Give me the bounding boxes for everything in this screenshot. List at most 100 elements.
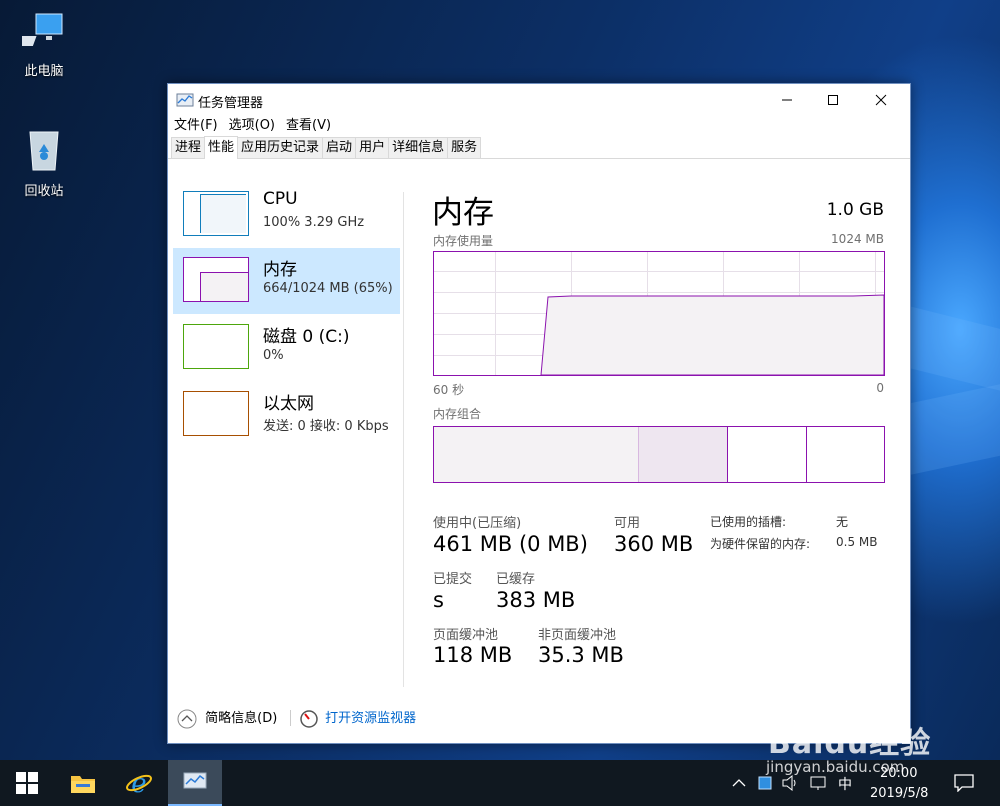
- clock-time[interactable]: 20:00: [880, 766, 917, 781]
- resource-detail: 发送: 0 接收: 0 Kbps: [263, 419, 389, 434]
- window-title: 任务管理器: [198, 96, 264, 111]
- resource-item-ethernet[interactable]: 以太网 发送: 0 接收: 0 Kbps: [173, 382, 400, 448]
- paged-pool-value: 118 MB: [433, 643, 513, 667]
- speaker-icon: [782, 775, 796, 791]
- footer: 简略信息(D) 打开资源监视器: [168, 706, 910, 732]
- desktop-icon-label: 回收站: [24, 184, 64, 199]
- committed-label: 已提交: [433, 572, 473, 587]
- slots-value: 无: [836, 515, 849, 529]
- resource-item-memory[interactable]: 内存 664/1024 MB (65%): [173, 248, 400, 314]
- tray-display[interactable]: [806, 760, 830, 806]
- cpu-thumbnail: [183, 191, 249, 236]
- resource-detail: 664/1024 MB (65%): [263, 281, 393, 296]
- resource-name: 磁盘 0 (C:): [263, 327, 350, 347]
- title-bar[interactable]: 任务管理器: [168, 84, 910, 116]
- computer-icon: [12, 13, 63, 46]
- taskbar-internet-explorer[interactable]: e: [115, 760, 163, 806]
- desktop-icon-recycle-bin[interactable]: 回收站: [4, 126, 84, 199]
- taskbar: e 中 20:00 2019/5/8: [0, 760, 1000, 806]
- menu-options[interactable]: 选项(O): [229, 116, 275, 136]
- desktop-icon-label: 此电脑: [24, 64, 64, 79]
- task-manager-app-icon: [176, 93, 194, 107]
- tab-startup[interactable]: 启动: [322, 137, 357, 158]
- monitor-icon: [810, 776, 826, 790]
- tab-processes[interactable]: 进程: [171, 137, 206, 158]
- menu-file[interactable]: 文件(F): [174, 116, 218, 136]
- action-center-button[interactable]: [946, 760, 982, 806]
- available-label: 可用: [614, 516, 641, 531]
- in-use-label: 使用中(已压缩): [433, 516, 522, 531]
- slots-label: 已使用的插槽:: [710, 515, 787, 529]
- tab-services[interactable]: 服务: [447, 137, 482, 158]
- task-manager-window: 任务管理器 文件(F) 选项(O) 查看(V) 进程 性能 应用历史记录 启动 …: [167, 83, 911, 744]
- menu-view[interactable]: 查看(V): [286, 116, 331, 136]
- tray-overflow-button[interactable]: [726, 760, 752, 806]
- committed-value: s: [433, 588, 444, 612]
- pane-divider[interactable]: [403, 192, 404, 687]
- footer-separator: [290, 710, 291, 726]
- panel-title: 内存: [432, 195, 494, 231]
- chevron-up-icon: [177, 709, 197, 728]
- resource-name: 内存: [263, 260, 297, 280]
- tray-volume[interactable]: [778, 760, 804, 806]
- start-button[interactable]: [3, 760, 51, 806]
- reserved-value: 0.5 MB: [836, 535, 878, 549]
- memory-total: 1.0 GB: [826, 200, 884, 220]
- chart-time-right: 0: [876, 381, 884, 395]
- resource-monitor-link[interactable]: 打开资源监视器: [300, 707, 416, 728]
- composition-label: 内存组合: [433, 407, 482, 421]
- taskbar-file-explorer[interactable]: [59, 760, 107, 806]
- cached-label: 已缓存: [496, 572, 536, 587]
- chevron-up-icon: [732, 779, 746, 787]
- ethernet-thumbnail: [183, 391, 249, 436]
- folder-icon: [71, 776, 95, 793]
- tab-strip: 进程 性能 应用历史记录 启动 用户 详细信息 服务: [168, 136, 910, 159]
- minimize-button[interactable]: [764, 84, 810, 116]
- usage-chart-max: 1024 MB: [831, 232, 884, 246]
- tray-network-status[interactable]: [754, 760, 776, 806]
- network-icon: [758, 776, 772, 790]
- memory-usage-series: [540, 294, 885, 376]
- ime-indicator[interactable]: 中: [838, 774, 852, 794]
- memory-thumbnail: [183, 257, 249, 302]
- close-button[interactable]: [858, 84, 904, 116]
- composition-modified: [639, 427, 727, 482]
- usage-chart-label: 内存使用量: [433, 234, 494, 248]
- clock-date[interactable]: 2019/5/8: [870, 786, 928, 801]
- disk-thumbnail: [183, 324, 249, 369]
- memory-composition-bar: [433, 426, 885, 483]
- recycle-bin-icon: [29, 131, 59, 171]
- fewer-details-button[interactable]: 简略信息(D): [177, 707, 277, 729]
- chart-time-left: 60 秒: [433, 383, 465, 397]
- desktop: 此电脑 回收站 任务管理器 文件(F) 选项(O) 查看(V) 进程 性能 应用…: [0, 0, 1000, 760]
- resource-detail: 0%: [263, 348, 284, 363]
- maximize-button[interactable]: [810, 84, 856, 116]
- notification-icon: [954, 774, 974, 792]
- fewer-details-label: 简略信息(D): [205, 711, 278, 726]
- cached-value: 383 MB: [496, 588, 576, 612]
- minimize-icon: [782, 99, 792, 101]
- available-value: 360 MB: [614, 532, 694, 556]
- resource-name: CPU: [263, 189, 298, 209]
- resource-monitor-icon: [300, 709, 318, 728]
- nonpaged-pool-label: 非页面缓冲池: [538, 628, 617, 643]
- tab-users[interactable]: 用户: [355, 137, 390, 158]
- desktop-icon-this-pc[interactable]: 此电脑: [4, 10, 84, 79]
- memory-usage-chart: [433, 251, 885, 376]
- menu-bar: 文件(F) 选项(O) 查看(V): [168, 116, 910, 136]
- tab-details[interactable]: 详细信息: [388, 137, 449, 158]
- tab-performance[interactable]: 性能: [204, 136, 239, 159]
- resource-item-cpu[interactable]: CPU 100% 3.29 GHz: [173, 182, 400, 248]
- paged-pool-label: 页面缓冲池: [433, 628, 499, 643]
- nonpaged-pool-value: 35.3 MB: [538, 643, 624, 667]
- resource-item-disk[interactable]: 磁盘 0 (C:) 0%: [173, 315, 400, 381]
- maximize-icon: [828, 95, 838, 105]
- resource-name: 以太网: [263, 394, 314, 414]
- windows-logo-icon: [16, 772, 38, 794]
- internet-explorer-icon: e: [126, 769, 152, 797]
- taskbar-task-manager[interactable]: [168, 760, 222, 806]
- close-icon: [875, 94, 887, 106]
- reserved-label: 为硬件保留的内存:: [710, 537, 811, 551]
- resource-detail: 100% 3.29 GHz: [263, 215, 365, 230]
- tab-app-history[interactable]: 应用历史记录: [237, 137, 324, 158]
